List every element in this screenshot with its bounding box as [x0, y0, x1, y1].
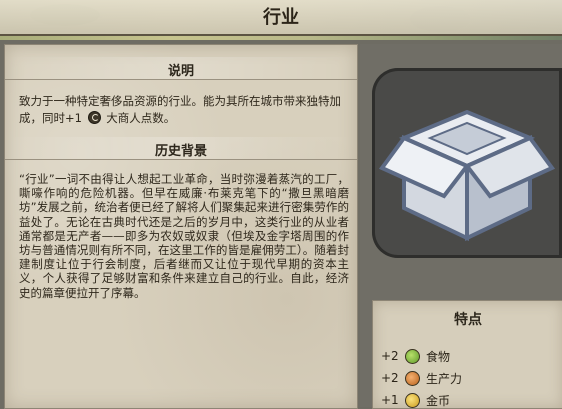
description-heading: 说明	[5, 57, 357, 80]
production-icon	[405, 370, 420, 386]
gold-icon	[405, 392, 420, 408]
industry-crate-icon	[378, 109, 556, 242]
trait-label: 生产力	[426, 371, 463, 386]
pedia-article: 说明 致力于一种特定奢侈品资源的行业。能为其所在城市带来独特加成，同时+1 大商…	[4, 44, 358, 409]
trait-amount: +2	[381, 349, 399, 363]
trait-row-production: +2 生产力	[381, 369, 462, 387]
trait-row-gold: +1 金币	[381, 391, 450, 409]
history-text: “行业”一词不由得让人想起工业革命，当时弥漫着蒸汽的工厂，嘶嚎作响的危险机器。但…	[19, 172, 349, 300]
trait-row-food: +2 食物	[381, 347, 450, 365]
trait-amount: +1	[381, 393, 399, 407]
traits-panel: 特点 +2 食物 +2 生产力 +1 金币	[372, 300, 562, 409]
title-bar: 行业	[0, 0, 562, 36]
great-merchant-icon	[87, 111, 101, 124]
trait-amount: +2	[381, 371, 399, 385]
trait-label: 金币	[426, 393, 451, 408]
trait-label: 食物	[426, 349, 451, 364]
industry-icon-frame	[372, 68, 562, 258]
page-title: 行业	[263, 7, 299, 28]
description-text: 致力于一种特定奢侈品资源的行业。能为其所在城市带来独特加成，同时+1 大商人点数…	[19, 94, 341, 125]
food-icon	[405, 348, 420, 364]
traits-heading: 特点	[454, 312, 482, 328]
history-heading: 历史背景	[5, 137, 357, 160]
